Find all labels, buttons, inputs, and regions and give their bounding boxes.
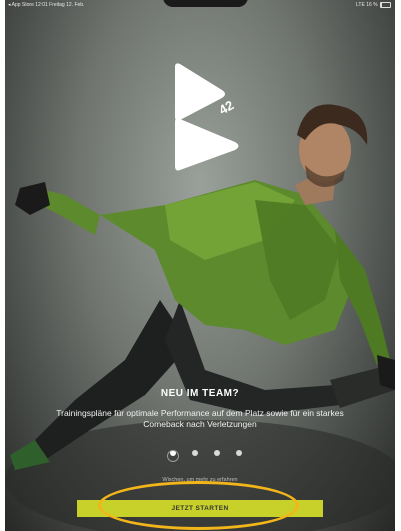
battery-icon xyxy=(380,1,391,8)
screenshot-frame: ◂ App Store 12:01 Freitag 12. Feb. LTE 1… xyxy=(0,0,401,531)
page-indicator[interactable] xyxy=(164,447,254,462)
swipe-hint-text: Wischen, um mehr zu erfahren xyxy=(162,477,238,483)
onboarding-headline: NEU IM TEAM? xyxy=(160,388,240,399)
status-right: LTE 16 % xyxy=(356,0,391,11)
active-dot-ring xyxy=(167,450,179,462)
network-battery-text: LTE 16 % xyxy=(356,2,378,8)
status-left-text: ◂ App Store 12:01 Freitag 12. Feb. xyxy=(8,2,85,8)
device-notch xyxy=(163,0,248,7)
page-dot-3[interactable] xyxy=(214,450,220,456)
app-logo-icon xyxy=(175,63,239,171)
page-dot-4[interactable] xyxy=(236,450,242,456)
start-now-button[interactable]: JETZT STARTEN xyxy=(77,500,323,517)
onboarding-subtitle: Trainingspläne für optimale Performance … xyxy=(56,408,344,429)
app-screen: ◂ App Store 12:01 Freitag 12. Feb. LTE 1… xyxy=(5,0,395,531)
page-dot-2[interactable] xyxy=(192,450,198,456)
page-dot-1-active[interactable] xyxy=(167,450,179,462)
